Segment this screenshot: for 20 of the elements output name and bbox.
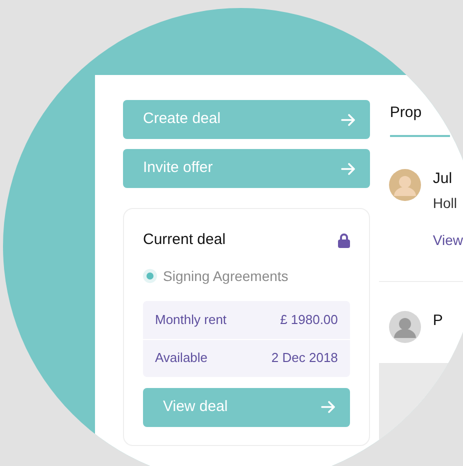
action-button[interactable]: Invite offer — [123, 149, 370, 188]
action-button[interactable]: View deal — [143, 388, 350, 426]
arrow-right-icon — [340, 162, 355, 176]
tab[interactable]: Prop — [390, 100, 450, 137]
person-subtitle: Holl — [432, 194, 458, 213]
person-name: Jul — [432, 169, 454, 189]
avatar-icon — [388, 311, 421, 343]
avatar-icon — [388, 169, 421, 201]
action-button[interactable]: Create deal — [123, 100, 370, 139]
detail-value: £ 1980.00 — [280, 310, 338, 329]
detail-value: 2 Dec 2018 — [271, 349, 338, 368]
detail-label: Available — [155, 349, 208, 368]
card-title: Current deal — [143, 230, 226, 250]
detail-label: Monthly rent — [155, 310, 227, 329]
person-name: P — [432, 311, 443, 331]
arrow-right-icon — [320, 400, 335, 414]
status-text: Signing Agreements — [163, 266, 288, 286]
arrow-right-icon — [340, 112, 355, 126]
status-dot-icon — [143, 269, 157, 283]
view-link[interactable]: View — [432, 230, 463, 251]
